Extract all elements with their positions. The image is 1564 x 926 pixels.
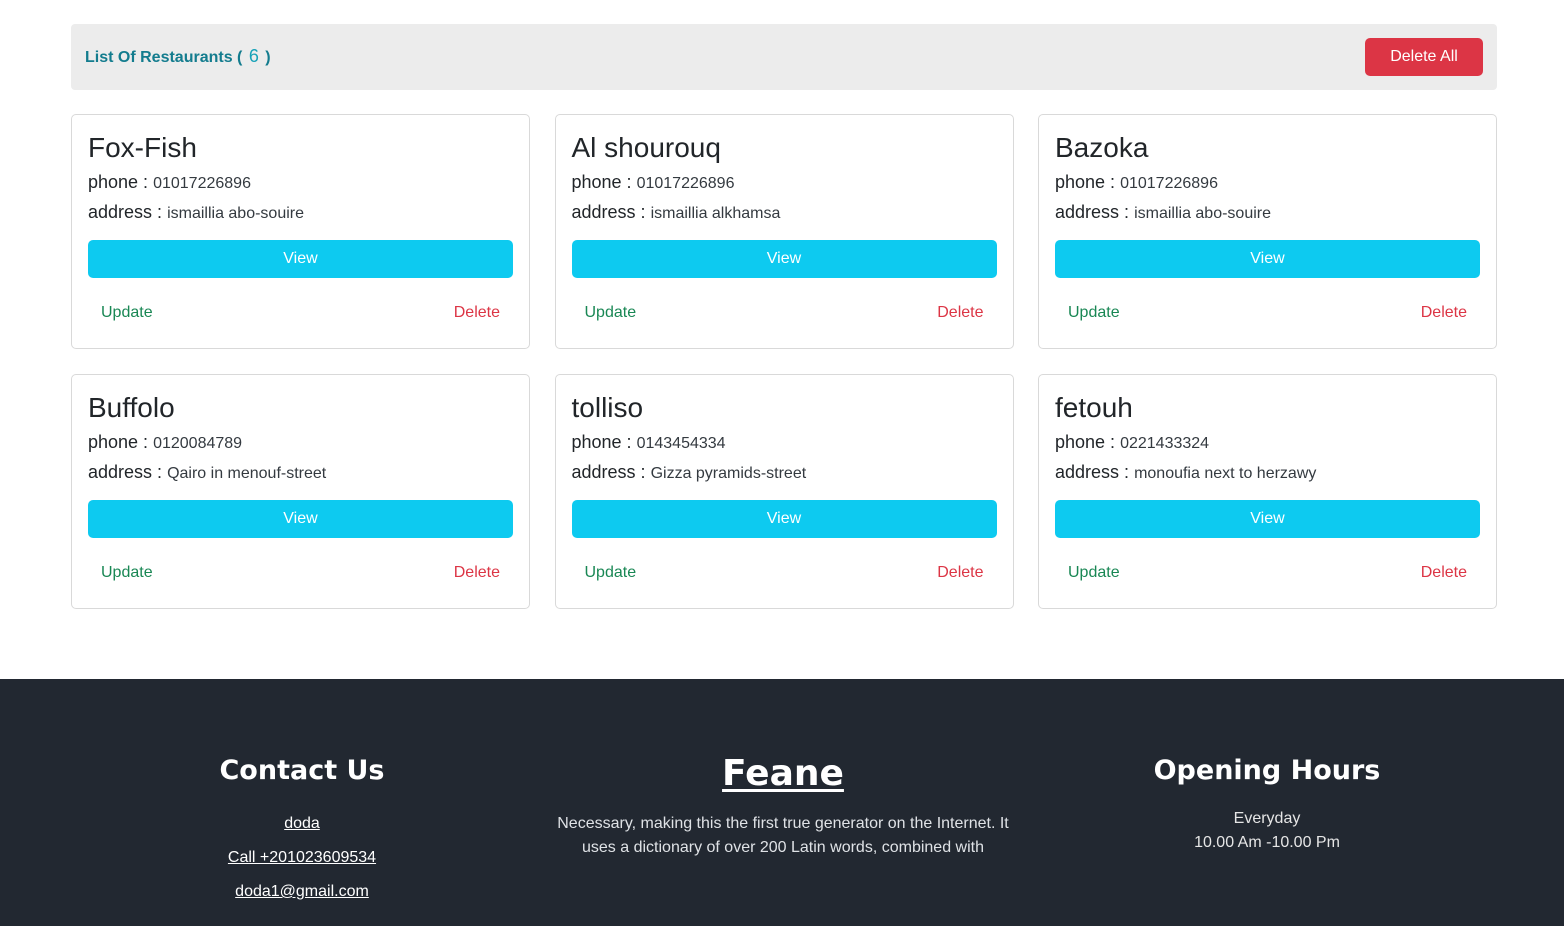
view-button[interactable]: View bbox=[88, 500, 513, 538]
hours-days: Everyday bbox=[1233, 810, 1301, 827]
contact-call-link[interactable]: Call +201023609534 bbox=[150, 848, 454, 868]
update-link[interactable]: Update bbox=[585, 563, 637, 583]
address-line: address : ismaillia abo-souire bbox=[1055, 201, 1271, 225]
delete-link[interactable]: Delete bbox=[1421, 563, 1467, 583]
restaurant-name: fetouh bbox=[1055, 392, 1133, 423]
phone-label: phone : bbox=[571, 172, 632, 192]
phone-label: phone : bbox=[571, 432, 632, 452]
update-link[interactable]: Update bbox=[101, 303, 153, 323]
address-label: address : bbox=[1055, 462, 1130, 482]
phone-value: 0143454334 bbox=[636, 435, 726, 452]
phone-label: phone : bbox=[1055, 172, 1116, 192]
view-button[interactable]: View bbox=[88, 240, 513, 278]
restaurant-name: Fox-Fish bbox=[88, 132, 197, 163]
address-value: ismaillia abo-souire bbox=[1134, 205, 1272, 222]
update-link[interactable]: Update bbox=[1068, 563, 1120, 583]
phone-value: 0221433324 bbox=[1120, 435, 1210, 452]
address-label: address : bbox=[1055, 202, 1130, 222]
address-value: ismaillia alkhamsa bbox=[650, 205, 781, 222]
address-label: address : bbox=[571, 202, 646, 222]
delete-all-button[interactable]: Delete All bbox=[1365, 38, 1483, 76]
phone-line: phone : 0221433324 bbox=[1055, 431, 1209, 455]
address-value: ismaillia abo-souire bbox=[167, 205, 305, 222]
address-line: address : ismaillia alkhamsa bbox=[572, 201, 781, 225]
phone-label: phone : bbox=[1055, 432, 1116, 452]
address-value: Gizza pyramids-street bbox=[650, 465, 807, 482]
delete-link[interactable]: Delete bbox=[937, 303, 983, 323]
address-value: Qairo in menouf-street bbox=[167, 465, 327, 482]
view-button[interactable]: View bbox=[571, 500, 997, 538]
update-link[interactable]: Update bbox=[585, 303, 637, 323]
phone-line: phone : 0143454334 bbox=[572, 431, 726, 455]
delete-link[interactable]: Delete bbox=[454, 303, 500, 323]
restaurant-card: Buffolo phone : 0120084789 address : Qai… bbox=[71, 374, 530, 609]
phone-value: 0120084789 bbox=[153, 435, 243, 452]
phone-label: phone : bbox=[88, 432, 149, 452]
address-line: address : monoufia next to herzawy bbox=[1055, 461, 1316, 485]
phone-line: phone : 01017226896 bbox=[1055, 171, 1218, 195]
phone-line: phone : 01017226896 bbox=[88, 171, 251, 195]
address-line: address : Gizza pyramids-street bbox=[572, 461, 807, 485]
phone-label: phone : bbox=[88, 172, 149, 192]
restaurant-card: tolliso phone : 0143454334 address : Giz… bbox=[554, 374, 1014, 609]
phone-value: 01017226896 bbox=[153, 175, 251, 192]
address-label: address : bbox=[88, 202, 163, 222]
hours-heading: Opening Hours bbox=[1153, 755, 1381, 786]
restaurant-card: Al shourouq phone : 01017226896 address … bbox=[554, 114, 1014, 349]
view-button[interactable]: View bbox=[571, 240, 997, 278]
hours-time: 10.00 Am -10.00 Pm bbox=[1194, 834, 1340, 851]
phone-line: phone : 0120084789 bbox=[88, 431, 242, 455]
update-link[interactable]: Update bbox=[1068, 303, 1120, 323]
address-label: address : bbox=[571, 462, 646, 482]
delete-link[interactable]: Delete bbox=[454, 563, 500, 583]
list-header: List Of Restaurants ( 6 ) Delete All bbox=[71, 24, 1497, 90]
address-line: address : ismaillia abo-souire bbox=[88, 201, 304, 225]
view-button[interactable]: View bbox=[1055, 240, 1480, 278]
list-title-suffix: ) bbox=[265, 49, 271, 66]
phone-value: 01017226896 bbox=[636, 175, 735, 192]
brand-logo[interactable]: Feane bbox=[533, 753, 1033, 795]
restaurant-name: tolliso bbox=[571, 392, 644, 423]
address-value: monoufia next to herzawy bbox=[1134, 465, 1317, 482]
site-footer: Contact Us doda Call +201023609534 doda1… bbox=[0, 679, 1564, 926]
phone-line: phone : 01017226896 bbox=[572, 171, 735, 195]
view-button[interactable]: View bbox=[1055, 500, 1480, 538]
restaurant-name: Al shourouq bbox=[571, 132, 721, 163]
list-title-prefix: List Of Restaurants ( bbox=[85, 49, 243, 66]
delete-link[interactable]: Delete bbox=[937, 563, 983, 583]
address-line: address : Qairo in menouf-street bbox=[88, 461, 326, 485]
restaurant-card: fetouh phone : 0221433324 address : mono… bbox=[1038, 374, 1497, 609]
main-content: List Of Restaurants ( 6 ) Delete All Fox… bbox=[0, 0, 1564, 679]
restaurant-card: Bazoka phone : 01017226896 address : ism… bbox=[1038, 114, 1497, 349]
restaurant-count: 6 bbox=[248, 46, 259, 66]
address-label: address : bbox=[88, 462, 163, 482]
restaurant-grid: Fox-Fish phone : 01017226896 address : i… bbox=[71, 114, 1497, 609]
restaurant-card: Fox-Fish phone : 01017226896 address : i… bbox=[71, 114, 530, 349]
update-link[interactable]: Update bbox=[101, 563, 153, 583]
restaurant-name: Buffolo bbox=[88, 392, 175, 423]
contact-name-link[interactable]: doda bbox=[150, 814, 454, 834]
delete-link[interactable]: Delete bbox=[1421, 303, 1467, 323]
phone-value: 01017226896 bbox=[1120, 175, 1218, 192]
contact-heading: Contact Us bbox=[219, 755, 385, 786]
restaurant-name: Bazoka bbox=[1055, 132, 1149, 163]
contact-email-link[interactable]: doda1@gmail.com bbox=[150, 882, 454, 902]
brand-description: Necessary, making this the first true ge… bbox=[557, 815, 1009, 856]
list-title: List Of Restaurants ( 6 ) bbox=[85, 46, 271, 67]
